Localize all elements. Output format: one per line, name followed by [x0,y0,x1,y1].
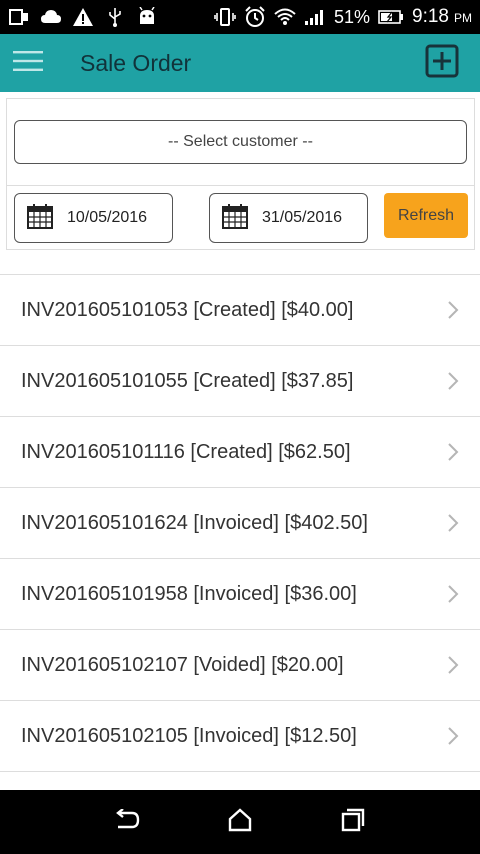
add-order-button[interactable] [424,44,460,83]
list-item[interactable]: INV201605102107 [Voided] [$20.00] [0,630,480,701]
warning-icon [72,6,94,28]
chevron-right-icon [444,656,462,674]
order-label: INV201605102105 [Invoiced] [$12.50] [21,724,357,747]
chevron-right-icon [444,372,462,390]
menu-button[interactable] [0,34,56,92]
clock-time: 9:18 [412,6,449,27]
date-from-picker[interactable]: 10/05/2016 [14,193,173,243]
filter-divider [7,185,474,186]
calendar-icon [222,203,248,234]
screen-mirror-icon [8,6,30,28]
menu-icon [13,50,43,77]
usb-icon [104,6,126,28]
customer-select[interactable]: -- Select customer -- [14,120,467,164]
list-item[interactable]: INV201605101958 [Invoiced] [$36.00] [0,559,480,630]
battery-percent: 51% [333,6,370,27]
order-list: INV201605101053 [Created] [$40.00] INV20… [0,274,480,772]
system-status: 51% 9:18 PM [214,6,472,28]
calendar-icon [27,203,53,234]
android-icon [136,6,158,28]
order-label: INV201605101116 [Created] [$62.50] [21,440,351,463]
order-label: INV201605101624 [Invoiced] [$402.50] [21,511,368,534]
order-label: INV201605101055 [Created] [$37.85] [21,369,354,392]
date-to-value: 31/05/2016 [262,209,343,226]
refresh-button[interactable]: Refresh [384,193,468,238]
chevron-right-icon [444,514,462,532]
chevron-right-icon [444,301,462,319]
list-item[interactable]: INV201605101624 [Invoiced] [$402.50] [0,488,480,559]
filter-panel: -- Select customer -- 10/05/2016 31/05/2… [6,98,475,250]
status-bar: 51% 9:18 PM [0,0,480,34]
order-label: INV201605101958 [Invoiced] [$36.00] [21,582,357,605]
chevron-right-icon [444,443,462,461]
list-item[interactable]: INV201605101116 [Created] [$62.50] [0,417,480,488]
date-to-picker[interactable]: 31/05/2016 [209,193,368,243]
alarm-icon [244,6,266,28]
chevron-right-icon [444,727,462,745]
app-bar: Sale Order [0,34,480,92]
navigation-bar [0,790,480,854]
vibrate-icon [214,6,236,28]
back-icon [114,807,140,836]
order-label: INV201605102107 [Voided] [$20.00] [21,653,344,676]
home-icon [228,807,252,837]
signal-icon [304,6,326,28]
list-item[interactable]: INV201605102105 [Invoiced] [$12.50] [0,701,480,772]
page-title: Sale Order [80,49,192,76]
wifi-icon [274,6,296,28]
list-item[interactable]: INV201605101053 [Created] [$40.00] [0,275,480,346]
battery-icon [378,6,404,28]
notification-icons [8,6,158,28]
add-box-icon [425,44,459,83]
date-from-value: 10/05/2016 [67,209,148,226]
order-label: INV201605101053 [Created] [$40.00] [21,298,354,321]
recents-button[interactable] [333,802,373,842]
chevron-right-icon [444,585,462,603]
cloud-icon [40,6,62,28]
clock-ampm: PM [454,11,472,25]
home-button[interactable] [220,802,260,842]
back-button[interactable] [107,802,147,842]
list-item[interactable]: INV201605101055 [Created] [$37.85] [0,346,480,417]
recents-icon [341,808,365,837]
